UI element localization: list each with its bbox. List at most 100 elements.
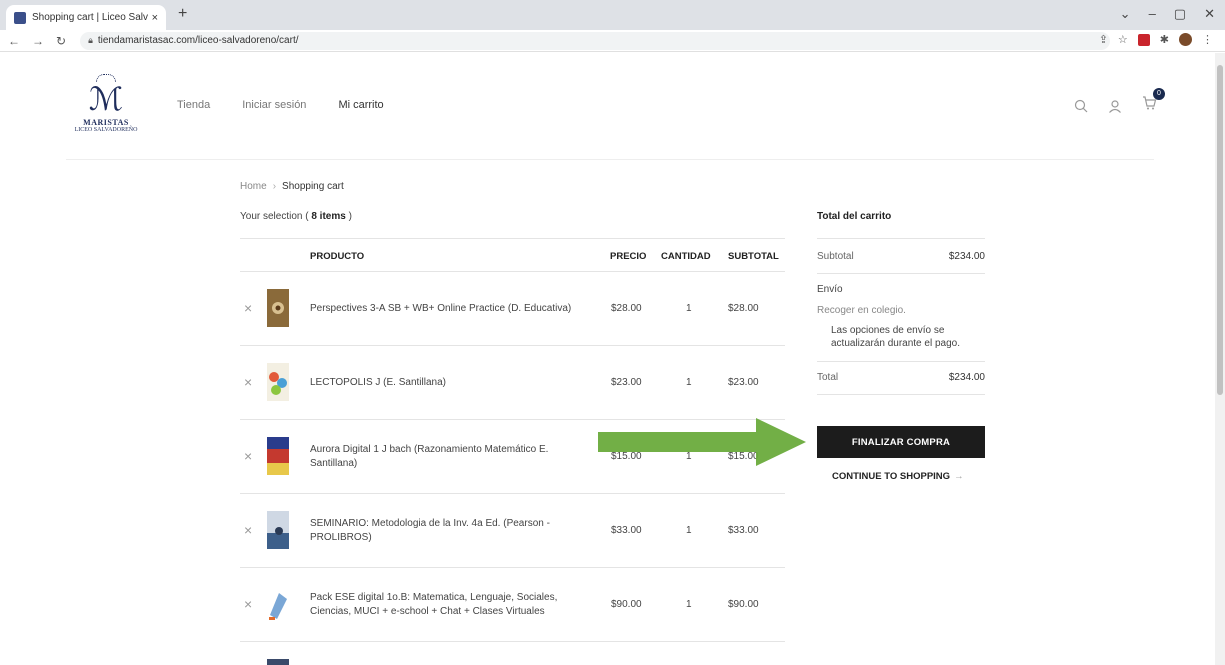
product-thumbnail[interactable] xyxy=(267,511,289,549)
remove-item-icon[interactable]: × xyxy=(244,300,252,316)
totals-divider xyxy=(817,394,985,395)
product-thumbnail[interactable] xyxy=(267,363,289,401)
nav-item-iniciar-sesion[interactable]: Iniciar sesión xyxy=(242,99,306,111)
product-thumbnail[interactable] xyxy=(267,437,289,475)
browser-tab[interactable]: Shopping cart | Liceo Salvadoreñ × xyxy=(6,5,166,30)
product-name[interactable]: Perspectives 3-A SB + WB+ Online Practic… xyxy=(310,302,595,316)
main-nav: Tienda Iniciar sesión Mi carrito xyxy=(177,99,384,111)
checkout-button[interactable]: FINALIZAR COMPRA xyxy=(817,426,985,458)
product-name[interactable]: SEMINARIO: Metodologia de la Inv. 4a Ed.… xyxy=(310,517,595,545)
totals-divider xyxy=(817,238,985,239)
totals-title: Total del carrito xyxy=(817,211,892,222)
product-subtotal: $23.00 xyxy=(728,377,759,388)
nav-item-mi-carrito[interactable]: Mi carrito xyxy=(338,99,383,111)
header-divider xyxy=(66,159,1154,160)
continue-shopping-label: CONTINUE TO SHOPPING xyxy=(832,471,951,482)
product-subtotal: $33.00 xyxy=(728,525,759,536)
product-price: $33.00 xyxy=(611,525,642,536)
logo-text-maristas: MARISTAS xyxy=(83,118,129,127)
totals-divider xyxy=(817,361,985,362)
subtotal-label: Subtotal xyxy=(817,251,854,262)
remove-item-icon[interactable]: × xyxy=(244,448,252,464)
browser-menu-icon[interactable]: ⋮ xyxy=(1202,33,1213,46)
header-icons: 0 xyxy=(1074,88,1165,115)
arrow-right-icon: → xyxy=(954,471,964,482)
minimize-icon[interactable]: – xyxy=(1149,6,1156,22)
product-thumbnail[interactable] xyxy=(267,289,289,327)
page-scrollbar[interactable] xyxy=(1215,53,1225,665)
address-bar: ← → ↻ 🔒︎ tiendamaristasac.com/liceo-salv… xyxy=(0,30,1225,52)
new-tab-button[interactable]: + xyxy=(178,5,187,23)
product-name[interactable]: Aurora Digital 1 J bach (Razonamiento Ma… xyxy=(310,443,595,471)
continue-shopping-link[interactable]: CONTINUE TO SHOPPING → xyxy=(832,471,964,482)
url-field[interactable]: 🔒︎ tiendamaristasac.com/liceo-salvadoren… xyxy=(80,31,1111,50)
product-name[interactable]: Pack ESE digital 1o.B: Matematica, Lengu… xyxy=(310,591,595,619)
product-subtotal: $90.00 xyxy=(728,599,759,610)
account-icon[interactable] xyxy=(1108,99,1122,113)
product-qty[interactable]: 1 xyxy=(686,525,692,536)
site-logo[interactable]: ℳ MARISTAS LICEO SALVADOREÑO xyxy=(66,72,146,162)
remove-item-icon[interactable]: × xyxy=(244,596,252,612)
header-subtotal: SUBTOTAL xyxy=(728,251,779,262)
search-icon[interactable] xyxy=(1074,99,1088,113)
cart-button[interactable]: 0 xyxy=(1142,88,1165,115)
lock-icon: 🔒︎ xyxy=(88,35,93,45)
product-qty[interactable]: 1 xyxy=(686,377,692,388)
product-name[interactable]: LECTOPOLIS J (E. Santillana) xyxy=(310,376,595,390)
site-favicon-icon xyxy=(14,11,26,24)
header-price: PRECIO xyxy=(610,251,647,262)
forward-icon[interactable]: → xyxy=(32,34,44,48)
remove-item-icon[interactable]: × xyxy=(244,374,252,390)
header-qty: CANTIDAD xyxy=(661,251,711,262)
total-label: Total xyxy=(817,372,839,383)
close-window-icon[interactable]: ✕ xyxy=(1204,6,1215,22)
scrollbar-thumb[interactable] xyxy=(1217,65,1223,395)
logo-monogram-icon: ℳ xyxy=(88,80,124,118)
browser-extensions: ⇪ ☆ ✱ ⋮ xyxy=(1099,33,1213,46)
product-thumbnail[interactable] xyxy=(267,585,289,623)
remove-item-icon[interactable]: × xyxy=(244,522,252,538)
breadcrumb-current: Shopping cart xyxy=(282,181,344,192)
product-qty[interactable]: 1 xyxy=(686,599,692,610)
nav-item-tienda[interactable]: Tienda xyxy=(177,99,210,111)
tab-search-icon[interactable]: ⌄ xyxy=(1120,6,1131,22)
selection-suffix: ) xyxy=(348,211,352,222)
table-row: × LECTOPOLIS J (E. Santillana) $23.00 1 … xyxy=(240,346,785,420)
product-thumbnail[interactable] xyxy=(267,659,289,665)
shipping-option: Recoger en colegio. xyxy=(817,305,906,316)
selection-count: 8 items xyxy=(311,211,346,222)
pdf-extension-icon[interactable] xyxy=(1137,33,1150,46)
table-row: × Perspectives 3-A SB + WB+ Online Pract… xyxy=(240,272,785,346)
table-row: × Pack ESE digital 1o.B: Matematica, Len… xyxy=(240,568,785,642)
total-value: $234.00 xyxy=(948,372,985,383)
totals-divider xyxy=(817,273,985,274)
breadcrumb-home[interactable]: Home xyxy=(240,181,267,192)
browser-nav: ← → ↻ xyxy=(8,34,66,48)
tab-close-icon[interactable]: × xyxy=(152,12,158,24)
product-price: $23.00 xyxy=(611,377,642,388)
maximize-icon[interactable]: ▢ xyxy=(1174,6,1186,22)
selection-summary: Your selection ( 8 items ) xyxy=(240,211,352,222)
breadcrumb: Home › Shopping cart xyxy=(240,181,344,192)
share-icon[interactable]: ⇪ xyxy=(1099,33,1108,46)
totals-subtotal-row: Subtotal $234.00 xyxy=(817,251,985,262)
shipping-label: Envío xyxy=(817,284,843,295)
shipping-note: Las opciones de envío se actualizarán du… xyxy=(831,325,960,349)
cart-totals: Total del carrito Subtotal $234.00 Envío… xyxy=(817,211,985,395)
url-text: tiendamaristasac.com/liceo-salvadoreno/c… xyxy=(97,35,299,46)
back-icon[interactable]: ← xyxy=(8,34,20,48)
browser-tab-bar: Shopping cart | Liceo Salvadoreñ × + ⌄ –… xyxy=(0,0,1225,30)
annotation-arrow-icon xyxy=(598,418,806,466)
selection-prefix: Your selection ( xyxy=(240,211,309,222)
reload-icon[interactable]: ↻ xyxy=(56,34,66,48)
product-subtotal: $28.00 xyxy=(728,303,759,314)
product-price: $90.00 xyxy=(611,599,642,610)
tab-title: Shopping cart | Liceo Salvadoreñ xyxy=(32,12,148,23)
bookmark-star-icon[interactable]: ☆ xyxy=(1118,33,1128,46)
profile-avatar[interactable] xyxy=(1179,33,1192,46)
product-qty[interactable]: 1 xyxy=(686,303,692,314)
totals-total-row: Total $234.00 xyxy=(817,372,985,383)
breadcrumb-separator-icon: › xyxy=(272,181,277,192)
extensions-puzzle-icon[interactable]: ✱ xyxy=(1160,33,1169,46)
header-product: PRODUCTO xyxy=(310,251,365,262)
